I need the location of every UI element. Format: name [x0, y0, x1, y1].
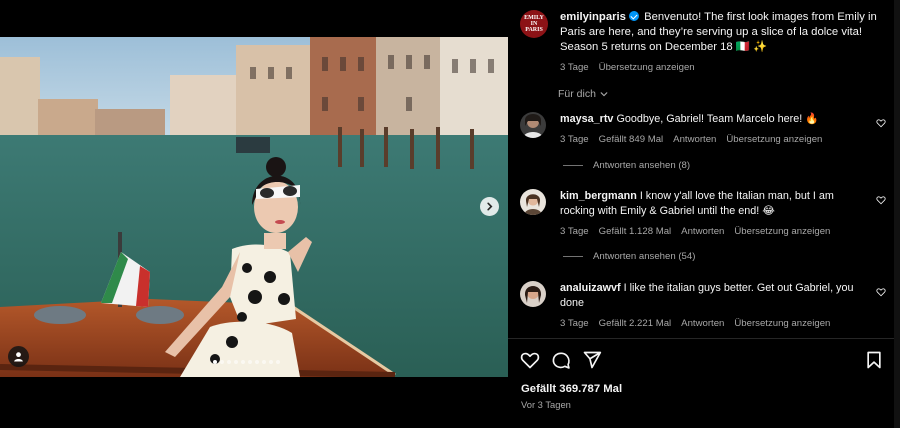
view-replies-label: Antworten ansehen (54): [593, 251, 696, 262]
translate-link[interactable]: Übersetzung anzeigen: [734, 318, 830, 329]
view-replies-button[interactable]: Antworten ansehen (54): [563, 251, 695, 262]
comments-panel: EMILY IN PARIS emilyinparis Benvenuto! T…: [508, 0, 894, 428]
translate-link[interactable]: Übersetzung anzeigen: [599, 62, 695, 73]
post-likes-count[interactable]: Gefällt 369.787 Mal: [521, 383, 622, 395]
carousel-dot: [276, 360, 280, 364]
actions-divider: [508, 338, 894, 339]
translate-link[interactable]: Übersetzung anzeigen: [726, 134, 822, 145]
commenter-avatar-image: [520, 112, 546, 138]
view-replies-button[interactable]: Antworten ansehen (8): [563, 160, 690, 171]
avatar[interactable]: [520, 189, 546, 215]
carousel-dot: [269, 360, 273, 364]
heart-icon[interactable]: [876, 287, 886, 297]
post-actions: [520, 350, 884, 372]
comment-filter-dropdown[interactable]: Für dich: [558, 88, 608, 100]
post-caption: EMILY IN PARIS emilyinparis Benvenuto! T…: [520, 10, 886, 73]
venice-boat-photo: [0, 37, 508, 377]
carousel-dot: [255, 360, 259, 364]
view-replies-label: Antworten ansehen (8): [593, 160, 691, 171]
window-edge: [894, 0, 900, 428]
comment-item: analuizawvf I like the italian guys bett…: [520, 281, 890, 329]
comment-text: Goodbye, Gabriel! Team Marcelo here! 🔥: [616, 113, 819, 125]
post-timestamp: Vor 3 Tagen: [521, 399, 571, 410]
carousel-dot: [241, 360, 245, 364]
heart-icon[interactable]: [876, 118, 886, 128]
carousel-dot: [262, 360, 266, 364]
comment-item: kim_bergmann I know y'all love the Itali…: [520, 189, 890, 237]
carousel-dot: [220, 360, 224, 364]
replies-divider: [563, 165, 583, 166]
user-tag-icon: [14, 352, 23, 362]
avatar[interactable]: [520, 281, 546, 307]
commenter-avatar-image: [520, 189, 546, 215]
reply-button[interactable]: Antworten: [681, 226, 724, 237]
translate-link[interactable]: Übersetzung anzeigen: [734, 226, 830, 237]
comment-likes[interactable]: Gefällt 849 Mal: [599, 134, 664, 145]
comment-likes[interactable]: Gefällt 2.221 Mal: [599, 318, 672, 329]
comment-username[interactable]: maysa_rtv: [560, 113, 613, 125]
verified-badge-icon: [628, 11, 639, 21]
replies-divider: [563, 256, 583, 257]
chevron-down-icon: [600, 92, 608, 97]
comment-username[interactable]: analuizawvf: [560, 282, 621, 294]
user-tag-button[interactable]: [8, 346, 29, 367]
carousel-dot: [227, 360, 231, 364]
post-media: [0, 0, 508, 428]
comment-item: maysa_rtv Goodbye, Gabriel! Team Marcelo…: [520, 112, 890, 145]
reply-button[interactable]: Antworten: [681, 318, 724, 329]
comment-time: 3 Tage: [560, 134, 589, 145]
carousel-dot: [234, 360, 238, 364]
heart-icon[interactable]: [876, 195, 886, 205]
comment-likes[interactable]: Gefällt 1.128 Mal: [599, 226, 672, 237]
post-image[interactable]: [0, 37, 508, 377]
reply-button[interactable]: Antworten: [673, 134, 716, 145]
carousel-dot: [213, 360, 217, 364]
carousel-indicator: [213, 360, 280, 366]
comment-bubble-icon[interactable]: [551, 350, 571, 370]
comment-username[interactable]: kim_bergmann: [560, 190, 637, 202]
comment-time: 3 Tage: [560, 226, 589, 237]
carousel-dot: [248, 360, 252, 364]
avatar[interactable]: [520, 112, 546, 138]
avatar[interactable]: EMILY IN PARIS: [520, 10, 548, 38]
caption-time: 3 Tage: [560, 62, 589, 73]
carousel-next-button[interactable]: [480, 197, 499, 216]
bookmark-icon[interactable]: [864, 350, 884, 370]
paper-plane-icon[interactable]: [582, 350, 602, 370]
avatar-logo-text: PARIS: [525, 27, 543, 33]
commenter-avatar-image: [520, 281, 546, 307]
heart-icon[interactable]: [520, 350, 540, 370]
comment-filter-label: Für dich: [558, 88, 596, 100]
chevron-right-icon: [487, 202, 493, 211]
comment-time: 3 Tage: [560, 318, 589, 329]
post-username[interactable]: emilyinparis: [560, 11, 626, 23]
